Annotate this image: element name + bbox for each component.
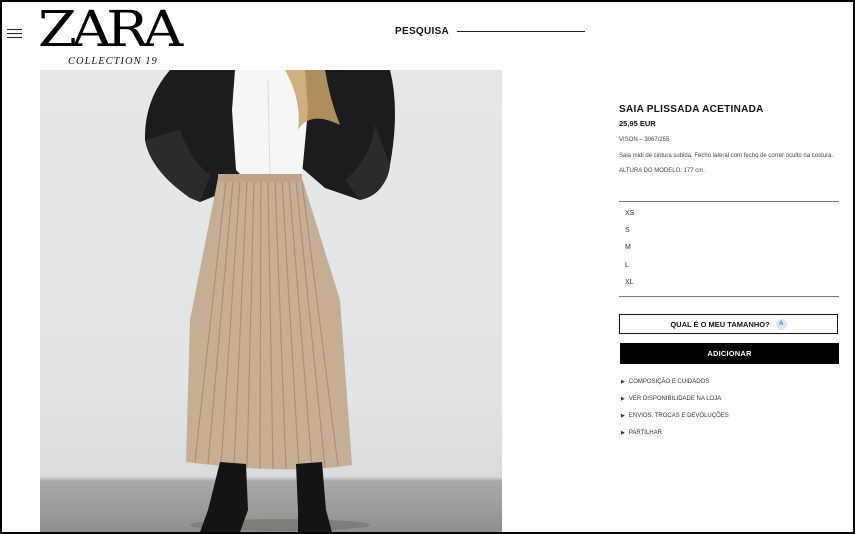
triangle-right-icon: ▶ [621,379,625,385]
link-store-availability[interactable]: ▶ VER DISPONIBILIDADE NA LOJA [621,396,721,402]
size-option-l[interactable]: L [625,262,629,269]
link-label: VER DISPONIBILIDADE NA LOJA [628,396,722,402]
product-description: Saia midi de cintura subida. Fecho later… [619,153,834,159]
model-height: ALTURA DO MODELO: 177 cm. [619,168,705,174]
triangle-right-icon: ▶ [621,413,625,419]
link-label: PARTILHAR [628,430,662,436]
brand-logo[interactable]: ZARA COLLECTION 19 [38,4,183,70]
search-label: PESQUISA [395,26,450,37]
model-illustration [144,70,395,532]
product-title: SAIA PLISSADA ACETINADA [619,104,764,115]
search-field[interactable]: PESQUISA [395,26,586,37]
logo-subtitle: COLLECTION 19 [68,56,158,67]
link-label: ENVIOS, TROCAS E DEVOLUÇÕES [628,413,729,419]
product-info: SAIA PLISSADA ACETINADA 25,95 EUR VISON … [619,104,839,174]
size-guide-button[interactable]: QUAL É O MEU TAMANHO? A [619,314,838,334]
link-shipping-returns[interactable]: ▶ ENVIOS, TROCAS E DEVOLUÇÕES [621,413,729,419]
triangle-right-icon: ▶ [621,430,625,436]
product-image [40,70,502,532]
size-option-xs[interactable]: XS [625,210,634,217]
link-composition-care[interactable]: ▶ COMPOSIÇÃO E CUIDADOS [621,379,709,385]
product-price: 25,95 EUR [619,119,656,128]
size-selector: XS S M L XL [619,201,839,297]
size-option-m[interactable]: M [625,244,631,251]
logo-wordmark: ZARA [38,2,183,58]
link-share[interactable]: ▶ PARTILHAR [621,430,662,436]
size-guide-label: QUAL É O MEU TAMANHO? [670,319,770,329]
triangle-right-icon: ▶ [621,396,625,402]
product-reference: VISON – 3067/255 [619,137,670,143]
size-option-xl[interactable]: XL [625,279,634,286]
hamburger-menu-icon[interactable] [7,29,22,39]
product-page: ZARA COLLECTION 19 PESQUISA SAIA PLISSAD… [2,2,853,532]
search-underline [457,31,586,32]
add-to-cart-button[interactable]: ADICIONAR [620,343,839,364]
size-assistant-icon: A [775,318,787,330]
size-option-s[interactable]: S [625,227,630,234]
link-label: COMPOSIÇÃO E CUIDADOS [628,379,710,385]
